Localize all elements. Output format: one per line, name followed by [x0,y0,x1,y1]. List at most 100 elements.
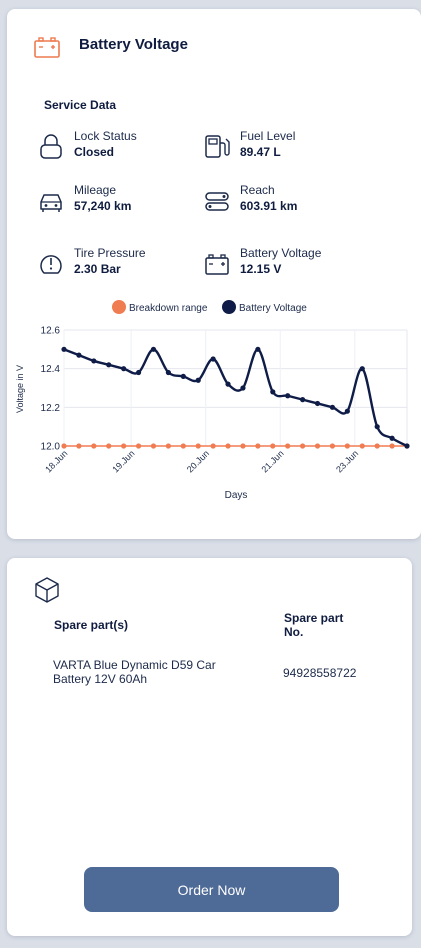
car-icon [38,187,66,215]
data-point-battery-voltage [210,356,216,362]
y-tick-label: 12.2 [41,403,61,414]
data-point-breakdown-range [135,443,142,449]
battery-icon [33,35,61,66]
x-axis-ticks: 18.Jun 19.Jun 20.Jun 21.Jun 23.Jun [43,448,360,474]
x-tick-label: 21.Jun [259,448,285,474]
data-point-battery-voltage [180,373,186,379]
data-point-breakdown-range [76,443,82,449]
data-point-battery-voltage [91,358,97,364]
data-point-breakdown-range [61,443,67,449]
service-data-title: Service Data [44,98,117,112]
road-icon [204,187,232,215]
stat-fuel-level: Fuel Level 89.47 L [204,129,374,167]
stat-label: Mileage [74,183,117,197]
stat-reach: Reach 603.91 km [204,183,374,221]
x-tick-label: 20.Jun [185,448,211,474]
spare-part-number: 94928558722 [283,666,357,680]
data-point-breakdown-range [344,443,350,449]
fuel-pump-icon [204,133,232,161]
battery-voltage-card: Battery Voltage Service Data Lock Status… [7,9,421,539]
stat-label: Tire Pressure [74,246,146,260]
card-title: Battery Voltage [79,36,188,53]
data-point-battery-voltage [300,397,306,403]
chart-series [61,346,410,449]
series-line-battery-voltage [63,348,408,448]
stat-value: 57,240 km [74,199,132,213]
legend-marker-breakdown-range [112,300,126,314]
column-header-line: No. [284,625,304,639]
spare-part-name: VARTA Blue Dynamic D59 Car Battery 12V 6… [53,658,216,686]
data-point-battery-voltage [135,369,142,376]
column-header-spare-part-no: Spare part No. [284,611,343,639]
column-header-line: Spare part [284,611,344,625]
stat-value: 12.15 V [240,262,282,276]
battery-icon [204,250,232,278]
tire-pressure-icon [38,250,66,278]
column-header-spare-part: Spare part(s) [54,618,129,632]
spare-part-name-line: VARTA Blue Dynamic D59 Car [53,658,216,672]
stat-tire-pressure: Tire Pressure 2.30 Bar [38,246,208,284]
spare-parts-card: Spare part(s) Spare part No. VARTA Blue … [7,558,412,936]
data-point-battery-voltage [404,443,410,449]
data-point-breakdown-range [359,443,365,449]
stat-label: Battery Voltage [240,246,322,260]
data-point-breakdown-range [165,443,171,449]
y-axis-ticks: 12.6 12.4 12.2 12.0 [41,326,61,453]
stat-value: Closed [74,145,115,159]
data-point-breakdown-range [180,443,186,449]
data-point-breakdown-range [270,443,276,449]
order-now-button[interactable]: Order Now [84,867,339,912]
data-point-breakdown-range [195,443,201,449]
spare-part-name-line: Battery 12V 60Ah [53,672,148,686]
data-point-battery-voltage [389,435,395,441]
stat-battery-voltage: Battery Voltage 12.15 V [204,246,374,284]
data-point-battery-voltage [61,346,67,352]
y-tick-label: 12.4 [41,364,61,375]
data-point-battery-voltage [329,404,336,410]
legend-label-battery-voltage: Battery Voltage [239,303,307,314]
data-point-breakdown-range [255,443,261,449]
data-point-battery-voltage [344,408,350,414]
data-point-battery-voltage [150,346,157,352]
stat-label: Fuel Level [240,129,296,143]
data-point-breakdown-range [374,443,380,449]
data-point-breakdown-range [300,443,306,449]
data-point-battery-voltage [106,362,112,368]
stat-value: 2.30 Bar [74,262,121,276]
data-point-battery-voltage [165,369,171,376]
data-point-breakdown-range [225,443,231,449]
data-point-battery-voltage [76,352,82,358]
data-point-breakdown-range [91,443,97,449]
legend-marker-battery-voltage [222,300,236,314]
data-point-battery-voltage [225,381,231,387]
x-tick-label: 23.Jun [334,448,360,474]
data-point-breakdown-range [121,443,127,449]
y-axis-label: Voltage in V [15,365,25,413]
data-point-breakdown-range [314,443,321,449]
data-point-breakdown-range [329,443,336,449]
y-tick-label: 12.0 [41,442,61,453]
box-icon [34,576,60,609]
stat-label: Reach [240,183,275,197]
data-point-battery-voltage [314,400,321,407]
data-point-battery-voltage [374,424,380,430]
data-point-breakdown-range [285,443,291,449]
data-point-battery-voltage [359,366,365,372]
stat-value: 89.47 L [240,145,281,159]
y-tick-label: 12.6 [41,326,61,337]
x-axis-label: Days [225,490,248,501]
data-point-battery-voltage [195,377,201,383]
data-point-breakdown-range [389,443,395,449]
stat-label: Lock Status [74,129,137,143]
stat-value: 603.91 km [240,199,298,213]
x-tick-label: 19.Jun [110,448,136,474]
data-point-breakdown-range [106,443,112,449]
lock-icon [38,133,66,161]
data-point-battery-voltage [121,366,127,372]
chart-legend: Breakdown range Battery Voltage [112,300,307,314]
data-point-breakdown-range [210,443,216,449]
data-point-battery-voltage [285,393,291,399]
data-point-breakdown-range [240,443,246,449]
data-point-battery-voltage [270,389,276,395]
data-point-battery-voltage [240,385,246,391]
